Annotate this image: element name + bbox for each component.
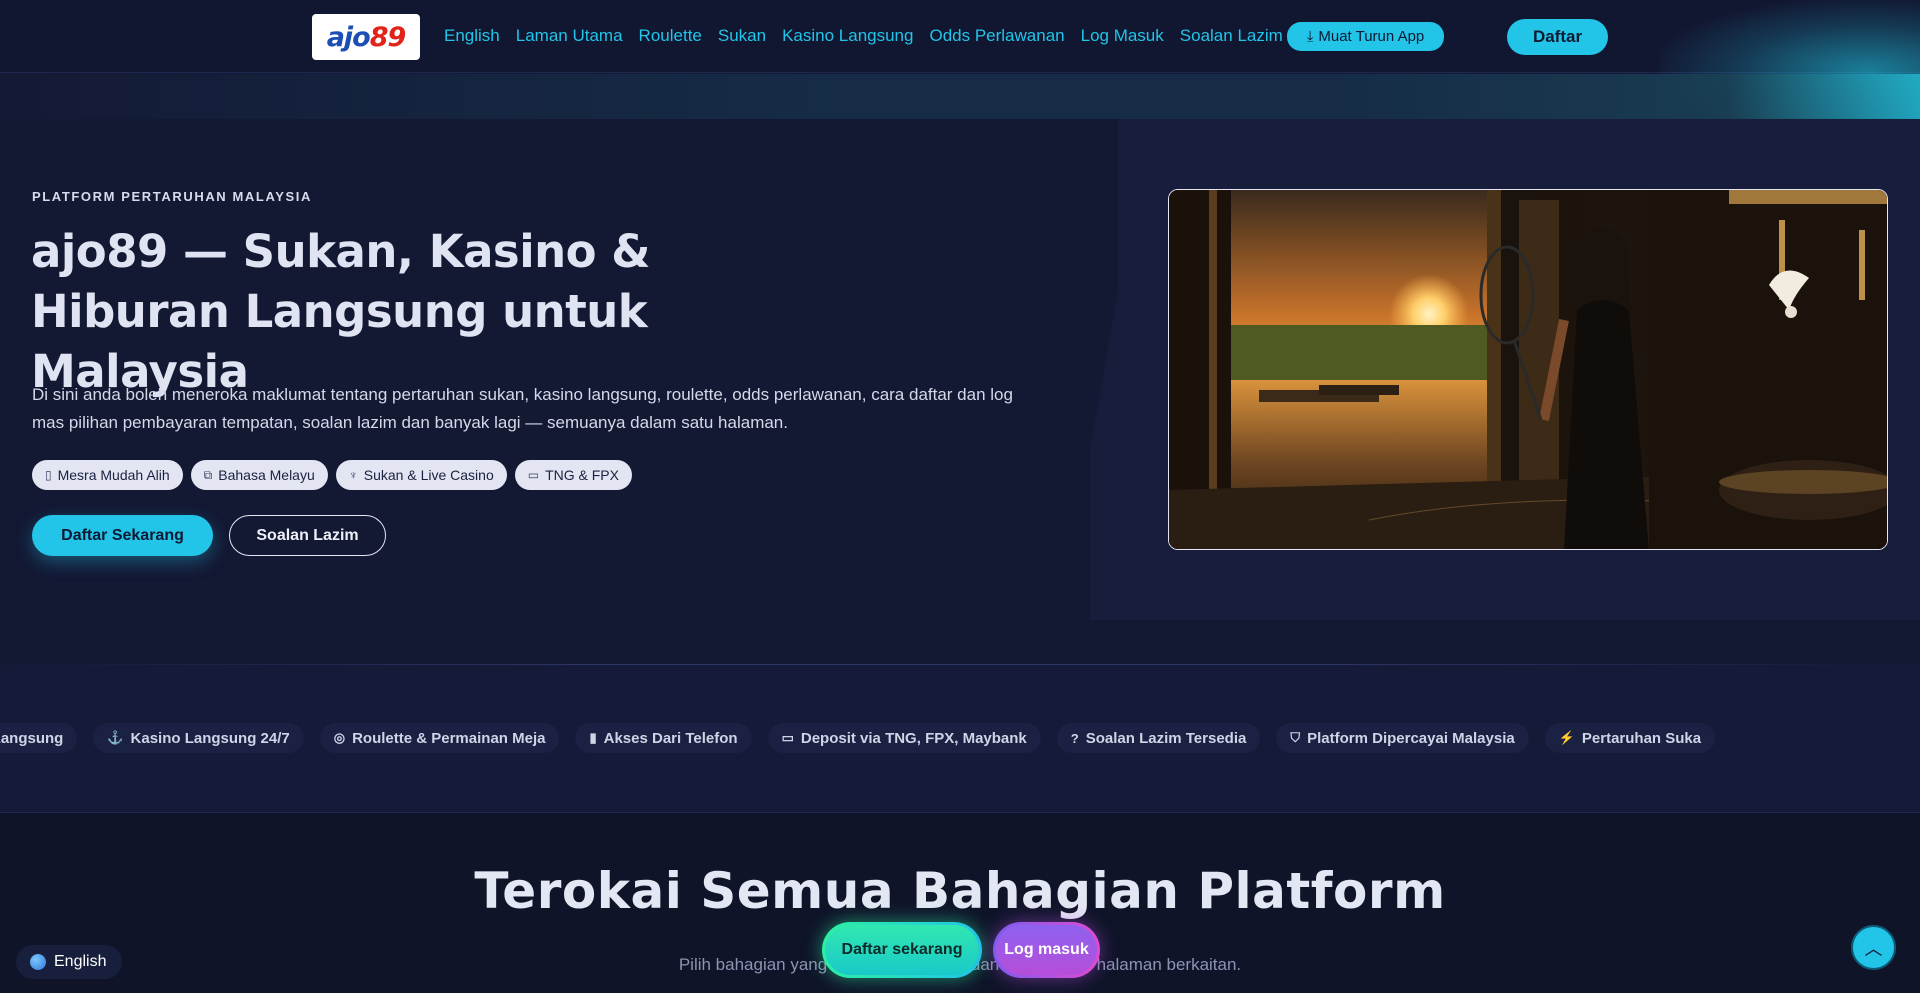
feature-pills: ▯ Mesra Mudah Alih ⧉ Bahasa Melayu ♆ Suk… xyxy=(32,460,632,490)
floating-register-button[interactable]: Daftar sekarang xyxy=(822,922,982,978)
roulette-icon: ◎ xyxy=(333,730,346,745)
ticker-item: ⚡ Pertaruhan Suka xyxy=(1544,723,1716,753)
ticker-item: ⚓ Kasino Langsung 24/7 xyxy=(93,723,304,753)
language-switcher[interactable]: English xyxy=(16,945,122,979)
nav-odds-perlawanan[interactable]: Odds Perlawanan xyxy=(929,26,1064,46)
site-logo[interactable]: ajo 89 xyxy=(312,14,420,60)
hero-title: ajo89 — Sukan, Kasino & Hiburan Langsung… xyxy=(31,225,651,398)
faq-button[interactable]: Soalan Lazim xyxy=(229,515,386,556)
ticker-item: ? Soalan Lazim Tersedia xyxy=(1056,723,1261,753)
nav-sukan[interactable]: Sukan xyxy=(718,26,766,46)
section-title: Terokai Semua Bahagian Platform xyxy=(474,862,1446,920)
pill-sports-casino: ♆ Sukan & Live Casino xyxy=(335,460,507,490)
main-nav: English Laman Utama Roulette Sukan Kasin… xyxy=(444,24,1299,48)
phone-icon: ▯ xyxy=(45,468,52,482)
hero-illustration xyxy=(1169,190,1887,549)
ticker-item: ▮ Akses Dari Telefon xyxy=(575,723,752,753)
nav-kasino-langsung[interactable]: Kasino Langsung xyxy=(782,26,913,46)
pill-language: ⧉ Bahasa Melayu xyxy=(190,460,328,490)
header-strip xyxy=(0,74,1920,119)
ticker-item: ▭ Deposit via TNG, FPX, Maybank xyxy=(767,723,1041,753)
nav-english[interactable]: English xyxy=(444,26,500,46)
language-icon: ⧉ xyxy=(203,467,213,482)
bolt-icon: ⚡ xyxy=(1558,730,1575,745)
phone-icon: ▮ xyxy=(589,730,597,745)
hero-image xyxy=(1168,189,1888,550)
wallet-icon: ▭ xyxy=(781,730,794,745)
nav-laman-utama[interactable]: Laman Utama xyxy=(516,26,623,46)
hero-eyebrow: PLATFORM PERTARUHAN MALAYSIA xyxy=(32,189,312,204)
scroll-to-top-button[interactable]: ︿ xyxy=(1851,925,1896,970)
pill-payment: ▭ TNG & FPX xyxy=(514,460,632,490)
globe-icon xyxy=(30,954,46,970)
download-icon: ⤓ xyxy=(1306,28,1314,45)
question-icon: ? xyxy=(1070,730,1079,746)
shield-icon: ⛉ xyxy=(1290,730,1301,745)
nav-log-masuk[interactable]: Log Masuk xyxy=(1081,26,1164,46)
site-header: ajo 89 English Laman Utama Roulette Sukan… xyxy=(0,0,1920,118)
ticker-item: an Langsung xyxy=(0,723,78,753)
ticker-item: ◎ Roulette & Permainan Meja xyxy=(319,723,560,753)
wallet-icon: ▭ xyxy=(527,468,540,482)
register-now-button[interactable]: Daftar Sekarang xyxy=(32,515,213,556)
hero-description: Di sini anda boleh meneroka maklumat ten… xyxy=(32,385,1013,432)
anchor-icon: ⚓ xyxy=(107,730,124,745)
nav-roulette[interactable]: Roulette xyxy=(639,26,702,46)
chevron-up-icon: ︿ xyxy=(1864,938,1883,959)
register-button[interactable]: Daftar xyxy=(1507,19,1608,55)
trophy-icon: ♆ xyxy=(348,468,358,482)
floating-login-button[interactable]: Log masuk xyxy=(993,922,1100,978)
ticker-item: ⛉ Platform Dipercayai Malaysia xyxy=(1276,723,1529,753)
pill-mobile: ▯ Mesra Mudah Alih xyxy=(32,460,183,490)
download-app-button[interactable]: ⤓ Muat Turun App xyxy=(1287,22,1444,51)
nav-soalan-lazim[interactable]: Soalan Lazim xyxy=(1180,26,1283,46)
feature-ticker: an Langsung ⚓ Kasino Langsung 24/7 ◎ Rou… xyxy=(0,723,1716,753)
